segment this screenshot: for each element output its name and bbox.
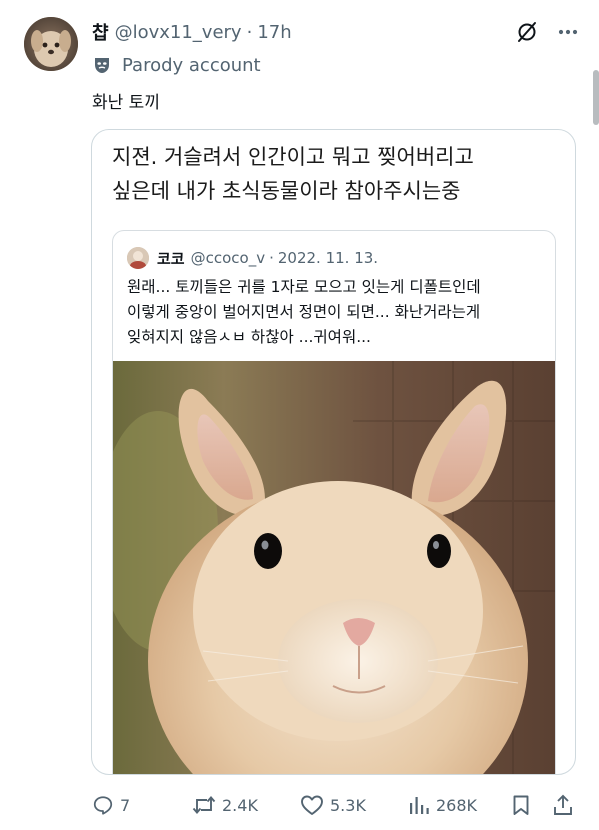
quoted-display-name: 코코 [157, 249, 185, 268]
quoted-text: 원래... 토끼들은 귀를 1자로 모으고 잇는게 디폴트인데 이렇게 중앙이 … [127, 275, 545, 350]
tweet-header: 챱 @lovx11_very · 17h [92, 17, 579, 47]
tweet-text: 화난 토끼 [92, 93, 160, 113]
bookmark-button[interactable] [511, 794, 531, 816]
quoted-text-line: 이렇게 중앙이 벌어지면서 정면이 되면... 화난거라는게 [127, 303, 481, 321]
share-button[interactable] [552, 794, 574, 816]
scrollbar[interactable] [593, 70, 599, 125]
views-button[interactable]: 268K [408, 794, 477, 816]
bookmark-icon [513, 795, 529, 815]
grok-icon[interactable] [515, 20, 539, 44]
repost-count: 2.4K [222, 795, 258, 815]
repost-icon [192, 796, 216, 814]
separator-dot: · [269, 249, 274, 267]
quoted-header: 코코 @ccoco_v · 2022. 11. 13. [127, 245, 378, 271]
quoted-handle: @ccoco_v [190, 249, 266, 267]
author-display-name[interactable]: 챱 [92, 19, 109, 45]
mask-icon [92, 55, 112, 75]
share-icon [554, 794, 572, 815]
parody-label: Parody account [122, 54, 261, 76]
views-count: 268K [436, 795, 478, 815]
quoted-text-line: 원래... 토끼들은 귀를 1자로 모으고 잇는게 디폴트인데 [127, 278, 481, 296]
reply-icon [93, 796, 113, 815]
card-caption-line: 싶은데 내가 초식동물이라 참아주시는중 [112, 179, 461, 203]
parody-badge: Parody account [92, 52, 261, 78]
quoted-tweet: 코코 @ccoco_v · 2022. 11. 13. 원래... 토끼들은 귀… [112, 230, 556, 774]
author-avatar-image [24, 17, 78, 71]
header-actions [515, 20, 579, 44]
heart-icon [301, 795, 323, 815]
author-avatar[interactable] [24, 17, 78, 71]
like-count: 5.3K [330, 795, 366, 815]
tweet-timestamp[interactable]: 17h [257, 22, 291, 43]
reply-button[interactable]: 7 [92, 794, 130, 816]
views-icon [410, 797, 429, 814]
rabbit-photo [113, 361, 555, 774]
like-button[interactable]: 5.3K [300, 794, 366, 816]
more-icon[interactable] [557, 21, 579, 43]
reply-count: 7 [120, 795, 131, 815]
quoted-date: 2022. 11. 13. [277, 249, 379, 267]
separator-dot: · [246, 21, 253, 43]
card-caption-line: 지젼. 거슬려서 인간이고 뭐고 찢어버리고 [112, 145, 474, 169]
author-handle[interactable]: @lovx11_very [115, 22, 242, 43]
repost-button[interactable]: 2.4K [192, 794, 258, 816]
quoted-avatar [127, 247, 149, 269]
tweet-media-card[interactable]: 지젼. 거슬려서 인간이고 뭐고 찢어버리고 싶은데 내가 초식동물이라 참아주… [91, 129, 576, 775]
quoted-text-line: 잊혀지지 않음ㅅㅂ 하찮아 ...귀여워... [127, 328, 371, 346]
tweet-actions: 7 2.4K 5.3K 268K [92, 790, 579, 820]
card-caption: 지젼. 거슬려서 인간이고 뭐고 찢어버리고 싶은데 내가 초식동물이라 참아주… [112, 140, 561, 208]
